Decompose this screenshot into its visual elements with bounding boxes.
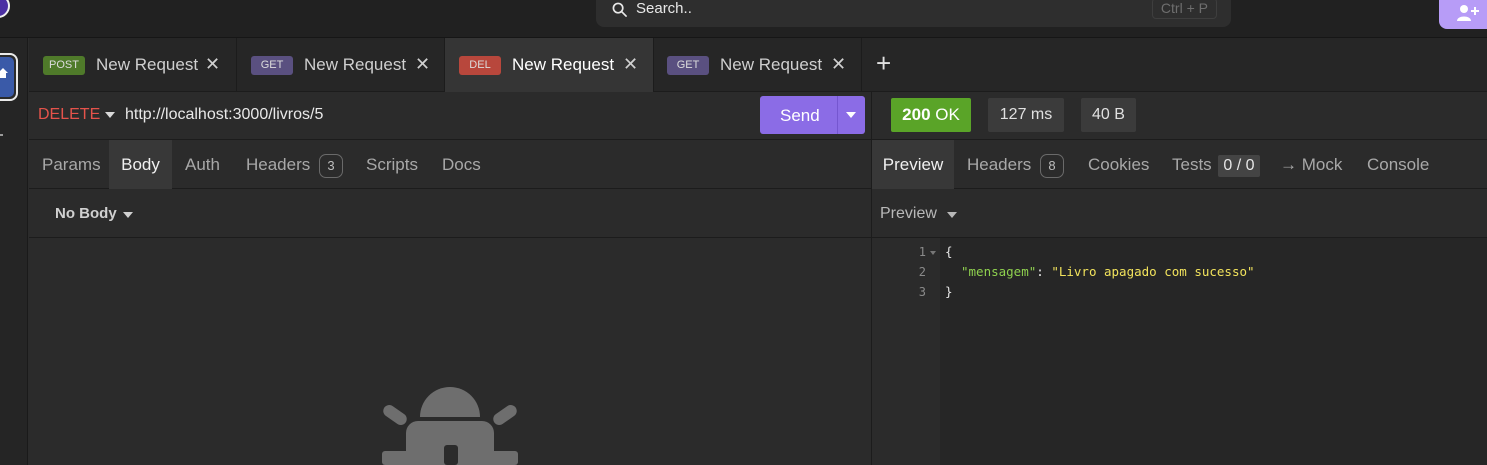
close-icon[interactable]: ✕ <box>623 55 638 73</box>
left-rail <box>0 38 28 465</box>
tab-request-1[interactable]: POST New Request ✕ <box>29 38 237 92</box>
request-tab-bar: POST New Request ✕ GET New Request ✕ DEL… <box>29 38 1487 92</box>
divider <box>29 237 871 238</box>
response-headers-count-badge: 8 <box>1040 153 1064 178</box>
line-number: 2 <box>918 265 926 279</box>
method-badge: DEL <box>459 55 501 75</box>
line-number: 3 <box>918 285 926 299</box>
tab-tests[interactable]: Tests 0 / 0 <box>1172 140 1260 189</box>
search-placeholder: Search.. <box>636 0 692 17</box>
line-number-gutter: 1 2 3 <box>872 238 940 465</box>
send-button[interactable]: Send <box>760 96 865 134</box>
tab-request-2[interactable]: GET New Request ✕ <box>237 38 445 92</box>
tab-auth[interactable]: Auth <box>185 140 220 189</box>
app-logo[interactable] <box>0 0 10 18</box>
top-bar: Search.. Ctrl + P <box>0 0 1487 38</box>
response-status-bar: 200 OK 127 ms 40 B <box>871 92 1487 140</box>
body-type-select[interactable]: No Body <box>55 205 117 222</box>
close-icon[interactable]: ✕ <box>415 55 430 73</box>
add-user-icon <box>1457 5 1479 21</box>
close-icon[interactable]: ✕ <box>205 55 220 73</box>
tab-docs[interactable]: Docs <box>442 140 481 189</box>
search-bar[interactable]: Search.. Ctrl + P <box>596 0 1231 27</box>
preview-mode-select[interactable]: Preview <box>880 205 937 223</box>
tab-request-3[interactable]: DEL New Request ✕ <box>445 38 654 92</box>
response-code-view[interactable]: { "mensagem": "Livro apagado com sucesso… <box>940 238 1487 465</box>
json-key: "mensagem" <box>961 264 1037 279</box>
url-input[interactable]: http://localhost:3000/livros/5 <box>125 106 323 124</box>
home-button[interactable] <box>0 53 18 101</box>
tab-label: New Request <box>720 55 823 74</box>
method-badge: POST <box>43 55 85 75</box>
request-subtabs: Params Body Auth Headers 3 Scripts Docs <box>29 140 871 189</box>
tab-params[interactable]: Params <box>42 140 101 189</box>
status-badge: 200 OK <box>891 98 971 132</box>
send-label: Send <box>780 106 820 125</box>
tab-response-headers-label: Headers <box>967 155 1032 174</box>
status-code: 200 <box>902 105 931 124</box>
response-subtabs: Preview Headers 8 Cookies Tests 0 / 0 → … <box>871 140 1487 189</box>
chevron-down-icon[interactable] <box>947 212 957 218</box>
status-text: OK <box>935 105 960 124</box>
tab-scripts[interactable]: Scripts <box>366 140 418 189</box>
invite-button[interactable] <box>1439 0 1487 29</box>
tab-cookies[interactable]: Cookies <box>1088 140 1149 189</box>
tab-console[interactable]: Console <box>1367 140 1429 189</box>
fold-caret-icon[interactable] <box>930 251 936 255</box>
home-icon <box>0 68 8 78</box>
tab-response-headers[interactable]: Headers 8 <box>967 140 1064 189</box>
headers-count-badge: 3 <box>319 153 343 178</box>
code-line: { <box>945 244 953 259</box>
url-bar: DELETE http://localhost:3000/livros/5 Se… <box>29 92 871 140</box>
tab-mock[interactable]: → Mock <box>1280 140 1342 189</box>
response-time: 127 ms <box>988 98 1064 132</box>
tab-preview[interactable]: Preview <box>872 140 954 189</box>
response-size: 40 B <box>1081 98 1136 132</box>
chevron-down-icon[interactable] <box>105 112 115 118</box>
chevron-down-icon[interactable] <box>846 112 856 118</box>
tab-tests-label: Tests <box>1172 155 1212 174</box>
tab-headers-label: Headers <box>246 155 311 174</box>
rail-divider <box>0 134 3 136</box>
tab-body[interactable]: Body <box>109 140 172 189</box>
tab-label: New Request <box>96 55 199 74</box>
json-string-value: "Livro apagado com sucesso" <box>1051 264 1255 279</box>
json-colon: : <box>1036 264 1052 279</box>
tab-request-4[interactable]: GET New Request ✕ <box>654 38 862 92</box>
tab-headers[interactable]: Headers 3 <box>246 140 343 189</box>
chevron-down-icon[interactable] <box>123 212 133 218</box>
close-icon[interactable]: ✕ <box>831 55 846 73</box>
send-divider <box>837 96 838 134</box>
tests-count-badge: 0 / 0 <box>1218 154 1260 177</box>
code-line: "mensagem": "Livro apagado com sucesso" <box>961 264 1255 279</box>
search-icon <box>612 2 627 17</box>
method-select[interactable]: DELETE <box>38 106 100 124</box>
empty-body-illustration-icon <box>382 387 518 465</box>
search-shortcut: Ctrl + P <box>1151 0 1217 19</box>
tab-label: New Request <box>304 55 407 74</box>
code-line: } <box>945 284 953 299</box>
response-preview-panel: Preview 1 2 3 { "mensagem": "Livro apaga… <box>871 189 1487 465</box>
line-number: 1 <box>918 245 926 259</box>
request-body-panel: No Body <box>29 189 871 465</box>
method-badge: GET <box>667 55 709 75</box>
new-tab-button[interactable]: + <box>876 50 891 76</box>
tab-label: New Request <box>512 55 615 74</box>
method-badge: GET <box>251 55 293 75</box>
